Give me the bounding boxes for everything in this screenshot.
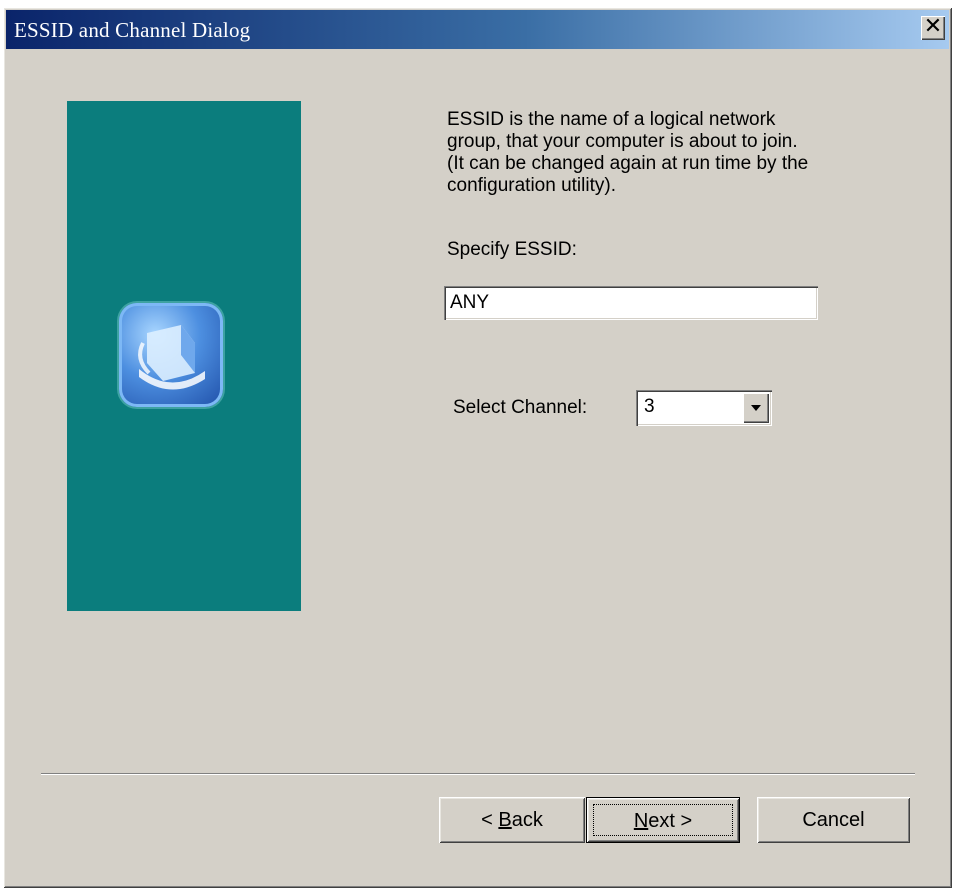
essid-label: Specify ESSID: [447,239,577,260]
essid-channel-dialog: ESSID and Channel Dialog ✕ ESSID is the … [3,7,952,888]
computer-network-icon [119,303,223,407]
back-rest: ack [511,809,543,831]
focus-rectangle [593,804,733,836]
channel-select[interactable]: 3 [636,390,772,426]
side-banner [67,101,301,611]
separator-line [41,773,915,775]
chevron-down-icon[interactable] [743,393,769,423]
essid-input[interactable] [444,286,818,320]
back-mnemonic: B [498,809,512,831]
back-button[interactable]: < Back [439,797,585,843]
essid-description: ESSID is the name of a logical network g… [447,109,809,196]
close-icon[interactable]: ✕ [921,16,945,40]
back-prefix: < [481,809,499,831]
channel-label: Select Channel: [453,397,588,418]
title-bar[interactable]: ESSID and Channel Dialog ✕ [6,10,949,49]
window-title: ESSID and Channel Dialog [14,18,251,42]
next-button[interactable]: Next > [586,797,740,843]
channel-value: 3 [644,396,655,417]
cancel-button[interactable]: Cancel [757,797,910,843]
